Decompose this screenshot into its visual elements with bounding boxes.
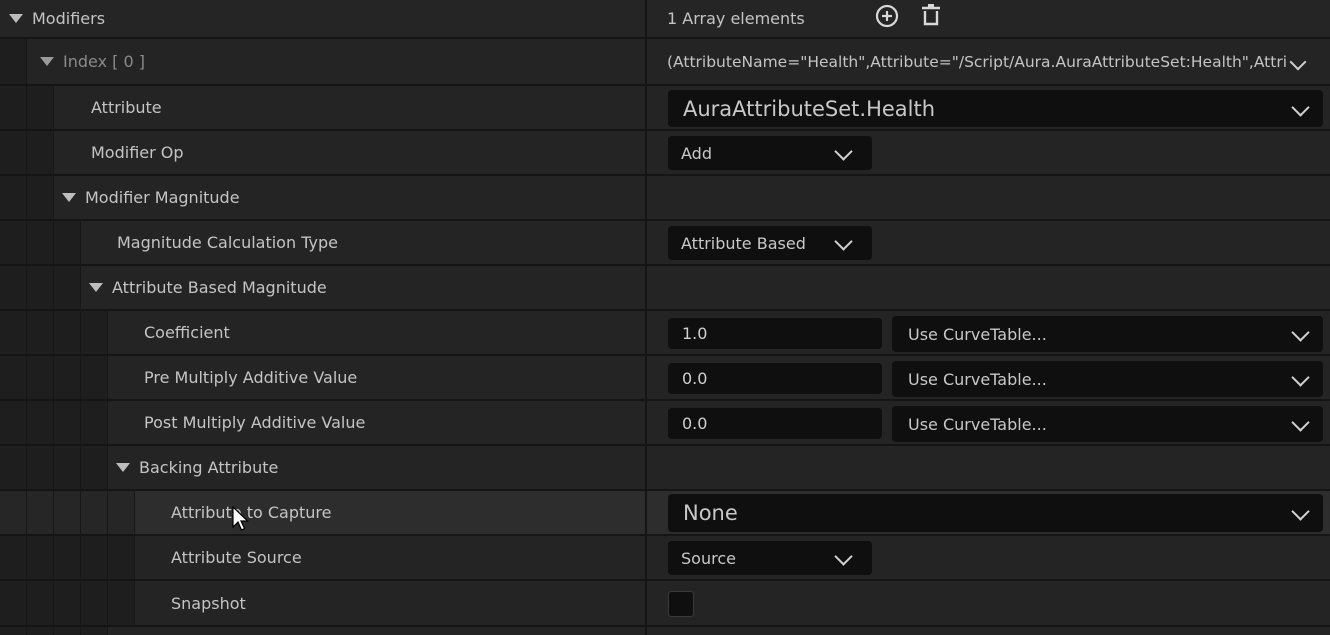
- snapshot-row: Snapshot: [0, 581, 1330, 627]
- attribute-source-dropdown[interactable]: Source: [668, 541, 872, 575]
- modifiers-row: Modifiers 1 Array elements: [0, 0, 1330, 39]
- attribute-row: Attribute AuraAttributeSet.Health: [0, 86, 1330, 131]
- collapse-arrow-icon[interactable]: [9, 14, 23, 23]
- chevron-down-icon: [1291, 502, 1310, 521]
- attribute-to-capture-dropdown[interactable]: None: [668, 494, 1323, 532]
- attribute-value: AuraAttributeSet.Health: [683, 96, 936, 121]
- modifiers-label: Modifiers: [32, 9, 106, 28]
- mouse-cursor-icon: [232, 506, 249, 531]
- attribute-label: Attribute: [91, 98, 162, 117]
- backing-attribute-label: Backing Attribute: [139, 458, 279, 477]
- index-label: Index [ 0 ]: [63, 52, 145, 71]
- collapse-arrow-icon[interactable]: [62, 193, 76, 202]
- post-multiply-curve-dropdown[interactable]: Use CurveTable...: [892, 406, 1323, 442]
- pre-multiply-curve-dropdown[interactable]: Use CurveTable...: [892, 361, 1323, 397]
- attribute-to-capture-value: None: [683, 501, 738, 525]
- collapse-arrow-icon[interactable]: [89, 283, 103, 292]
- collapse-arrow-icon[interactable]: [40, 57, 54, 66]
- attribute-source-label: Attribute Source: [171, 548, 302, 567]
- modifier-op-row: Modifier Op Add: [0, 131, 1330, 176]
- attribute-to-capture-label: Attribute to Capture: [171, 503, 332, 522]
- attribute-source-row: Attribute Source Source: [0, 536, 1330, 581]
- modifier-magnitude-header[interactable]: Modifier Magnitude: [62, 176, 240, 219]
- pre-multiply-curve-value: Use CurveTable...: [908, 369, 1047, 389]
- index-row: Index [ 0 ] (AttributeName="Health",Attr…: [0, 39, 1330, 86]
- magnitude-calc-type-label: Magnitude Calculation Type: [117, 233, 338, 252]
- array-count: 1 Array elements: [667, 9, 805, 28]
- coefficient-curve-value: Use CurveTable...: [908, 324, 1047, 344]
- modifier-op-label: Modifier Op: [91, 143, 184, 162]
- attribute-dropdown[interactable]: AuraAttributeSet.Health: [668, 90, 1323, 127]
- snapshot-label: Snapshot: [171, 593, 246, 613]
- modifier-op-dropdown[interactable]: Add: [668, 136, 872, 170]
- chevron-down-icon: [834, 547, 853, 566]
- post-multiply-input[interactable]: 0.0: [668, 408, 882, 439]
- attribute-source-value: Source: [681, 548, 736, 568]
- post-multiply-curve-value: Use CurveTable...: [908, 414, 1047, 434]
- modifier-op-value: Add: [681, 143, 712, 163]
- pre-multiply-input[interactable]: 0.0: [668, 363, 882, 394]
- modifier-magnitude-row: Modifier Magnitude: [0, 176, 1330, 221]
- next-row-partial: [0, 627, 1330, 635]
- chevron-down-icon: [1291, 413, 1310, 432]
- attribute-based-magnitude-row: Attribute Based Magnitude: [0, 266, 1330, 311]
- chevron-down-icon: [1291, 323, 1310, 342]
- magnitude-calc-type-dropdown[interactable]: Attribute Based: [668, 226, 872, 260]
- coefficient-curve-dropdown[interactable]: Use CurveTable...: [892, 316, 1323, 352]
- modifier-magnitude-label: Modifier Magnitude: [85, 188, 240, 207]
- plus-circle-icon[interactable]: [874, 3, 900, 29]
- post-multiply-label: Post Multiply Additive Value: [144, 413, 366, 432]
- chevron-down-icon: [834, 232, 853, 251]
- snapshot-checkbox[interactable]: [668, 591, 694, 617]
- magnitude-calc-type-row: Magnitude Calculation Type Attribute Bas…: [0, 221, 1330, 266]
- coefficient-input[interactable]: 1.0: [668, 318, 882, 349]
- attribute-based-magnitude-header[interactable]: Attribute Based Magnitude: [89, 266, 327, 309]
- magnitude-calc-type-value: Attribute Based: [681, 233, 806, 253]
- index-summary: (AttributeName="Health",Attribute="/Scri…: [667, 52, 1287, 71]
- post-multiply-row: Post Multiply Additive Value 0.0 Use Cur…: [0, 401, 1330, 446]
- coefficient-row: Coefficient 1.0 Use CurveTable...: [0, 311, 1330, 356]
- pre-multiply-label: Pre Multiply Additive Value: [144, 368, 358, 387]
- pre-multiply-row: Pre Multiply Additive Value 0.0 Use Curv…: [0, 356, 1330, 401]
- attribute-based-magnitude-label: Attribute Based Magnitude: [112, 278, 327, 297]
- chevron-down-icon: [1291, 368, 1310, 387]
- coefficient-label: Coefficient: [144, 323, 230, 342]
- collapse-arrow-icon[interactable]: [116, 463, 130, 472]
- backing-attribute-header[interactable]: Backing Attribute: [116, 446, 278, 489]
- trash-icon[interactable]: [918, 2, 944, 28]
- chevron-down-icon: [1291, 97, 1310, 117]
- details-panel: Modifiers 1 Array elements Index [ 0 ] (…: [0, 0, 1330, 635]
- modifiers-header[interactable]: Modifiers: [9, 0, 105, 37]
- backing-attribute-row: Backing Attribute: [0, 446, 1330, 491]
- index-header[interactable]: Index [ 0 ]: [40, 39, 145, 84]
- attribute-to-capture-row: Attribute to Capture None: [0, 491, 1330, 536]
- chevron-down-icon: [834, 142, 853, 161]
